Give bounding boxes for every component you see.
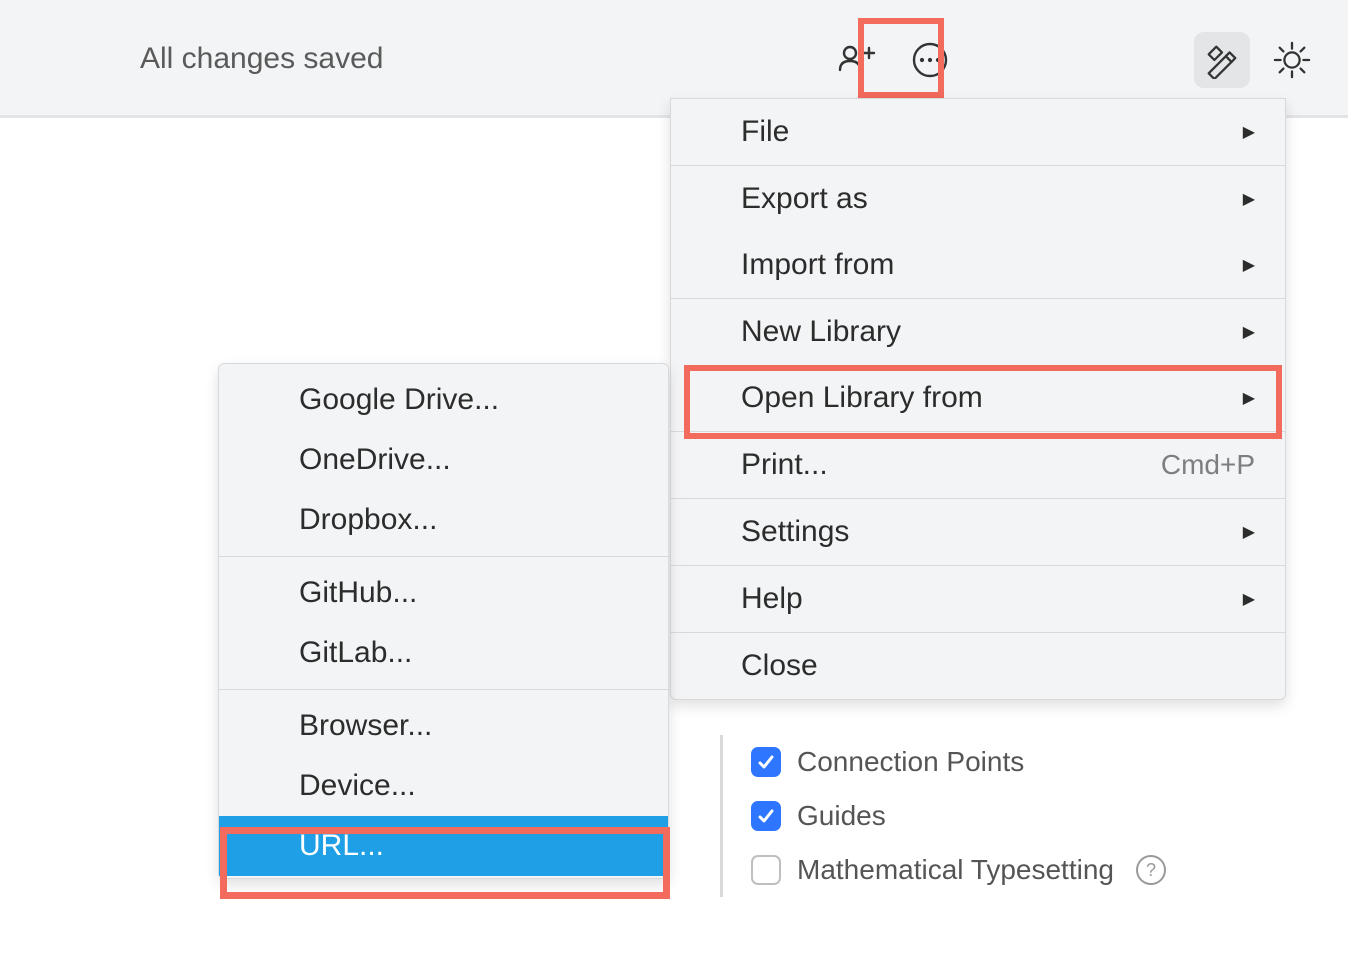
theme-button[interactable]	[1268, 32, 1316, 88]
save-status: All changes saved	[140, 42, 384, 76]
checkbox-checked-icon	[751, 747, 781, 777]
menu-item-new-library[interactable]: New Library ▶	[671, 299, 1285, 365]
submenu-label: Google Drive...	[299, 383, 499, 417]
option-label: Guides	[797, 800, 886, 832]
share-button[interactable]	[828, 32, 884, 88]
menu-item-help[interactable]: Help ▶	[671, 566, 1285, 632]
view-options-panel: Connection Points Guides Mathematical Ty…	[720, 735, 1320, 897]
submenu-item-device[interactable]: Device...	[219, 756, 668, 816]
chevron-right-icon: ▶	[1243, 322, 1255, 342]
menu-label: Import from	[741, 248, 894, 282]
option-connection-points[interactable]: Connection Points	[751, 735, 1320, 789]
menu-label: Help	[741, 582, 803, 616]
submenu-item-github[interactable]: GitHub...	[219, 563, 668, 623]
option-label: Mathematical Typesetting	[797, 854, 1114, 886]
more-menu-button[interactable]	[902, 32, 958, 88]
checkbox-unchecked-icon	[751, 855, 781, 885]
person-add-icon	[836, 40, 876, 80]
menu-label: Close	[741, 649, 818, 683]
menu-label: Export as	[741, 182, 868, 216]
chevron-right-icon: ▶	[1243, 589, 1255, 609]
sun-icon	[1273, 41, 1311, 79]
submenu-item-google-drive[interactable]: Google Drive...	[219, 370, 668, 430]
submenu-label: GitLab...	[299, 636, 412, 670]
menu-item-import-from[interactable]: Import from ▶	[671, 232, 1285, 298]
menu-item-close[interactable]: Close	[671, 633, 1285, 699]
more-horizontal-icon	[910, 40, 950, 80]
submenu-label: GitHub...	[299, 576, 417, 610]
chevron-right-icon: ▶	[1243, 255, 1255, 275]
menu-label: Print...	[741, 448, 828, 482]
menu-label: Settings	[741, 515, 849, 549]
checkbox-checked-icon	[751, 801, 781, 831]
submenu-item-dropbox[interactable]: Dropbox...	[219, 490, 668, 550]
submenu-label: Dropbox...	[299, 503, 437, 537]
option-label: Connection Points	[797, 746, 1024, 778]
menu-shortcut: Cmd+P	[1161, 449, 1255, 481]
menu-item-print[interactable]: Print... Cmd+P	[671, 432, 1285, 498]
chevron-right-icon: ▶	[1243, 522, 1255, 542]
design-tools-button[interactable]	[1194, 32, 1250, 88]
chevron-right-icon: ▶	[1243, 388, 1255, 408]
menu-label: File	[741, 115, 789, 149]
submenu-divider	[219, 689, 668, 690]
submenu-item-gitlab[interactable]: GitLab...	[219, 623, 668, 683]
menu-item-export-as[interactable]: Export as ▶	[671, 166, 1285, 232]
pencil-ruler-icon	[1203, 41, 1241, 79]
submenu-item-url[interactable]: URL...	[219, 816, 668, 876]
help-icon[interactable]: ?	[1136, 855, 1166, 885]
submenu-label: Device...	[299, 769, 416, 803]
chevron-right-icon: ▶	[1243, 189, 1255, 209]
toolbar-icons	[828, 32, 1316, 88]
menu-item-settings[interactable]: Settings ▶	[671, 499, 1285, 565]
main-dropdown-menu: File ▶ Export as ▶ Import from ▶ New Lib…	[670, 98, 1286, 700]
submenu-label: URL...	[299, 829, 384, 863]
submenu-label: OneDrive...	[299, 443, 451, 477]
menu-item-file[interactable]: File ▶	[671, 99, 1285, 165]
submenu-item-browser[interactable]: Browser...	[219, 696, 668, 756]
menu-label: Open Library from	[741, 381, 983, 415]
open-library-submenu: Google Drive... OneDrive... Dropbox... G…	[218, 363, 669, 879]
submenu-item-onedrive[interactable]: OneDrive...	[219, 430, 668, 490]
menu-item-open-library-from[interactable]: Open Library from ▶	[671, 365, 1285, 431]
chevron-right-icon: ▶	[1243, 122, 1255, 142]
menu-label: New Library	[741, 315, 901, 349]
submenu-divider	[219, 556, 668, 557]
submenu-label: Browser...	[299, 709, 432, 743]
option-guides[interactable]: Guides	[751, 789, 1320, 843]
option-math-typesetting[interactable]: Mathematical Typesetting ?	[751, 843, 1320, 897]
